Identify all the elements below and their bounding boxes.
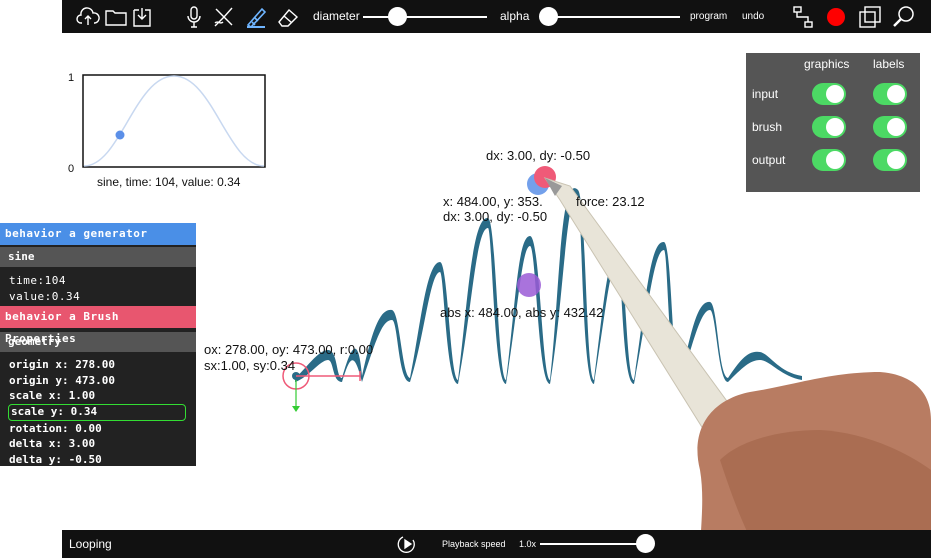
toggle-output-labels[interactable] — [873, 149, 907, 171]
prop-rotation[interactable]: rotation: 0.00 — [0, 421, 196, 437]
speed-slider-knob[interactable] — [636, 534, 655, 553]
toggle-input-labels[interactable] — [873, 83, 907, 105]
settings-panel: graphics labels input brush output — [746, 53, 920, 192]
toggle-brush-labels[interactable] — [873, 116, 907, 138]
delta-readout-top: dx: 3.00, dy: -0.50 — [486, 148, 591, 163]
delta-readout: dx: 3.00, dy: -0.50 — [443, 209, 548, 224]
alpha-slider-track[interactable] — [540, 16, 680, 18]
graph-y-max: 1 — [68, 72, 74, 84]
alpha-slider-knob[interactable] — [539, 7, 558, 26]
toggle-input-graphics[interactable] — [812, 83, 846, 105]
playback-speed-label: Playback speed — [442, 539, 506, 549]
generator-name[interactable]: sine — [0, 247, 196, 267]
playback-speed-value: 1.0x — [519, 539, 537, 549]
looping-button[interactable]: Looping — [69, 537, 112, 551]
generator-header[interactable]: behavior a generator — [0, 223, 196, 245]
download-icon[interactable] — [128, 3, 156, 31]
row-brush-label: brush — [752, 120, 783, 134]
diameter-label: diameter — [313, 9, 360, 23]
origin-readout: ox: 278.00, oy: 473.00, r:0.00 — [204, 342, 374, 357]
copy-icon[interactable] — [856, 3, 884, 31]
diameter-slider-track[interactable] — [363, 16, 487, 18]
prop-origin-x[interactable]: origin x: 278.00 — [0, 357, 196, 373]
top-toolbar: diameter alpha program undo — [62, 0, 931, 33]
graph-frame — [82, 74, 266, 168]
speed-slider-track[interactable] — [540, 543, 646, 545]
output-position-purple — [517, 273, 541, 297]
time-value: time:104 — [9, 274, 66, 287]
toggle-output-graphics[interactable] — [812, 149, 846, 171]
brush-icon[interactable] — [242, 3, 270, 31]
origin-y-arrow — [292, 406, 300, 412]
sine-graph: 1 0 sine, time: 104, value: 0.34 — [68, 72, 266, 189]
record-icon[interactable] — [822, 3, 850, 31]
row-input-label: input — [752, 87, 779, 101]
undo-button[interactable]: undo — [742, 11, 764, 22]
prop-scale-x[interactable]: scale x: 1.00 — [0, 388, 196, 404]
graph-y-min: 0 — [68, 163, 74, 175]
behavior-panel: behavior a generator sine time:104 value… — [0, 223, 196, 466]
scale-readout: sx:1.00, sy:0.34 — [204, 358, 296, 373]
play-icon[interactable] — [397, 534, 417, 554]
diameter-slider-knob[interactable] — [388, 7, 407, 26]
toggle-brush-graphics[interactable] — [812, 116, 846, 138]
col-graphics-header: graphics — [804, 57, 850, 71]
alpha-label: alpha — [500, 9, 530, 23]
col-labels-header: labels — [873, 57, 905, 71]
bottom-bar: Looping Playback speed 1.0x — [62, 530, 931, 558]
brush-properties-header[interactable]: behavior a Brush Properties — [0, 306, 196, 345]
graph-caption: sine, time: 104, value: 0.34 — [97, 175, 241, 189]
prop-delta-x[interactable]: delta x: 3.00 — [0, 436, 196, 452]
row-output-label: output — [752, 153, 786, 167]
sine-current-dot — [115, 130, 125, 140]
microphone-icon[interactable] — [180, 3, 208, 31]
pen-cross-icon[interactable] — [210, 3, 238, 31]
prop-scale-y[interactable]: scale y: 0.34 — [8, 403, 186, 421]
geometry-header[interactable]: geometry — [0, 332, 196, 352]
eraser-icon[interactable] — [274, 3, 302, 31]
force-readout: force: 23.12 — [576, 194, 645, 209]
absolute-readout: abs x: 484.00, abs y: 432.42 — [440, 305, 604, 320]
position-readout: x: 484.00, y: 353. — [443, 194, 543, 209]
search-icon[interactable] — [890, 3, 918, 31]
cloud-upload-icon[interactable] — [74, 3, 102, 31]
prop-delta-y[interactable]: delta y: -0.50 — [0, 452, 196, 468]
program-button[interactable]: program — [690, 11, 727, 22]
folder-icon[interactable] — [102, 3, 130, 31]
sine-value: value:0.34 — [9, 289, 81, 303]
prop-origin-y[interactable]: origin y: 473.00 — [0, 373, 196, 389]
path-icon[interactable] — [789, 3, 817, 31]
